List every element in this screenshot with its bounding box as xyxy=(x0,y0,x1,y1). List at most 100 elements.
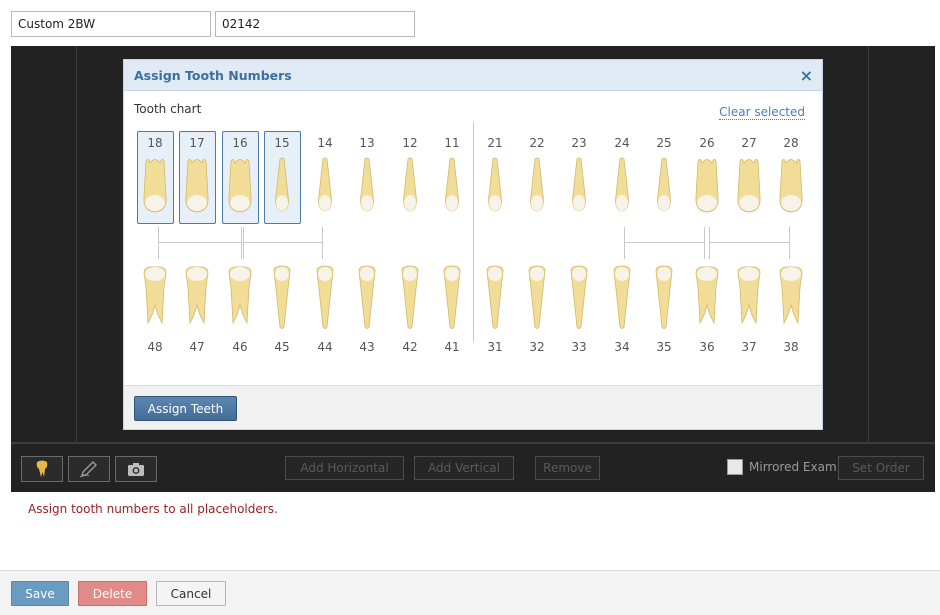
save-button[interactable]: Save xyxy=(11,581,69,606)
tooth-icon xyxy=(36,460,48,477)
tooth-38[interactable] xyxy=(776,265,806,335)
tooth-upper-icon xyxy=(360,157,374,212)
bridge-group-bracket xyxy=(158,227,242,259)
tooth-44[interactable] xyxy=(310,265,340,335)
tooth-43[interactable] xyxy=(352,265,382,335)
tooth-number-17[interactable]: 17 xyxy=(182,136,212,150)
tooth-32[interactable] xyxy=(522,265,552,335)
tooth-number-26[interactable]: 26 xyxy=(692,136,722,150)
tooth-number-28[interactable]: 28 xyxy=(776,136,806,150)
set-order-button[interactable]: Set Order xyxy=(838,456,924,480)
tooth-lower-icon xyxy=(185,266,209,325)
tooth-lower-icon xyxy=(570,265,588,329)
tooth-number-41[interactable]: 41 xyxy=(437,340,467,354)
tooth-28[interactable] xyxy=(776,155,806,225)
tooth-45[interactable] xyxy=(267,265,297,335)
tooth-48[interactable] xyxy=(140,265,170,335)
tooth-18[interactable] xyxy=(140,155,170,225)
tooth-lower-icon xyxy=(613,265,631,329)
tooth-number-13[interactable]: 13 xyxy=(352,136,382,150)
tooth-34[interactable] xyxy=(607,265,637,335)
tooth-number-46[interactable]: 46 xyxy=(225,340,255,354)
tooth-number-24[interactable]: 24 xyxy=(607,136,637,150)
clear-selected-link[interactable]: Clear selected xyxy=(719,105,805,120)
tooth-number-21[interactable]: 21 xyxy=(480,136,510,150)
mirrored-exam-checkbox[interactable] xyxy=(727,459,743,475)
tooth-number-38[interactable]: 38 xyxy=(776,340,806,354)
mirrored-exam-toggle[interactable]: Mirrored Exam xyxy=(727,459,837,475)
tooth-upper-icon xyxy=(530,157,544,212)
tooth-upper-icon xyxy=(228,159,252,213)
tooth-33[interactable] xyxy=(564,265,594,335)
tooth-number-25[interactable]: 25 xyxy=(649,136,679,150)
tooth-number-47[interactable]: 47 xyxy=(182,340,212,354)
add-vertical-button[interactable]: Add Vertical xyxy=(414,456,514,480)
tooth-number-18[interactable]: 18 xyxy=(140,136,170,150)
remove-button[interactable]: Remove xyxy=(535,456,600,480)
tooth-lower-icon xyxy=(401,265,419,329)
tooth-21[interactable] xyxy=(480,155,510,225)
tooth-number-45[interactable]: 45 xyxy=(267,340,297,354)
tooth-number-22[interactable]: 22 xyxy=(522,136,552,150)
assign-teeth-button[interactable]: Assign Teeth xyxy=(134,396,237,421)
tooth-23[interactable] xyxy=(564,155,594,225)
tooth-number-44[interactable]: 44 xyxy=(310,340,340,354)
add-horizontal-button[interactable]: Add Horizontal xyxy=(285,456,404,480)
tooth-upper-icon xyxy=(695,159,719,213)
tooth-upper-icon xyxy=(615,157,629,212)
dialog-header: Assign Tooth Numbers × xyxy=(124,60,822,91)
tooth-41[interactable] xyxy=(437,265,467,335)
tooth-number-34[interactable]: 34 xyxy=(607,340,637,354)
tooth-number-42[interactable]: 42 xyxy=(395,340,425,354)
tooth-lower-icon xyxy=(655,265,673,329)
tooth-25[interactable] xyxy=(649,155,679,225)
tooth-number-27[interactable]: 27 xyxy=(734,136,764,150)
tooth-31[interactable] xyxy=(480,265,510,335)
tooth-27[interactable] xyxy=(734,155,764,225)
tooth-12[interactable] xyxy=(395,155,425,225)
tooth-number-23[interactable]: 23 xyxy=(564,136,594,150)
tooth-number-33[interactable]: 33 xyxy=(564,340,594,354)
template-code-input[interactable] xyxy=(215,11,415,37)
cancel-button[interactable]: Cancel xyxy=(156,581,226,606)
tooth-number-37[interactable]: 37 xyxy=(734,340,764,354)
tooth-15[interactable] xyxy=(267,155,297,225)
tooth-number-36[interactable]: 36 xyxy=(692,340,722,354)
tooth-number-16[interactable]: 16 xyxy=(225,136,255,150)
tooth-14[interactable] xyxy=(310,155,340,225)
bridge-group-bracket xyxy=(243,227,323,259)
tooth-number-14[interactable]: 14 xyxy=(310,136,340,150)
tooth-number-31[interactable]: 31 xyxy=(480,340,510,354)
tooth-22[interactable] xyxy=(522,155,552,225)
tooth-17[interactable] xyxy=(182,155,212,225)
tooth-11[interactable] xyxy=(437,155,467,225)
tooth-number-15[interactable]: 15 xyxy=(267,136,297,150)
form-footer: Save Delete Cancel xyxy=(0,570,940,615)
tooth-36[interactable] xyxy=(692,265,722,335)
tooth-lower-icon xyxy=(443,265,461,329)
template-name-input[interactable] xyxy=(11,11,211,37)
tooth-35[interactable] xyxy=(649,265,679,335)
tooth-number-43[interactable]: 43 xyxy=(352,340,382,354)
tooth-number-48[interactable]: 48 xyxy=(140,340,170,354)
tooth-13[interactable] xyxy=(352,155,382,225)
tooth-number-12[interactable]: 12 xyxy=(395,136,425,150)
tooth-42[interactable] xyxy=(395,265,425,335)
tooth-tool-button[interactable] xyxy=(21,456,63,482)
tooth-upper-icon xyxy=(737,159,761,213)
tooth-16[interactable] xyxy=(225,155,255,225)
tooth-24[interactable] xyxy=(607,155,637,225)
tooth-number-11[interactable]: 11 xyxy=(437,136,467,150)
camera-tool-button[interactable] xyxy=(115,456,157,482)
tooth-37[interactable] xyxy=(734,265,764,335)
tooth-number-35[interactable]: 35 xyxy=(649,340,679,354)
close-icon[interactable]: × xyxy=(800,66,813,85)
tooth-number-32[interactable]: 32 xyxy=(522,340,552,354)
delete-button[interactable]: Delete xyxy=(78,581,147,606)
tooth-47[interactable] xyxy=(182,265,212,335)
tooth-26[interactable] xyxy=(692,155,722,225)
draw-tool-button[interactable] xyxy=(68,456,110,482)
tooth-46[interactable] xyxy=(225,265,255,335)
tooth-upper-icon xyxy=(445,157,459,212)
tooth-lower-icon xyxy=(695,266,719,325)
